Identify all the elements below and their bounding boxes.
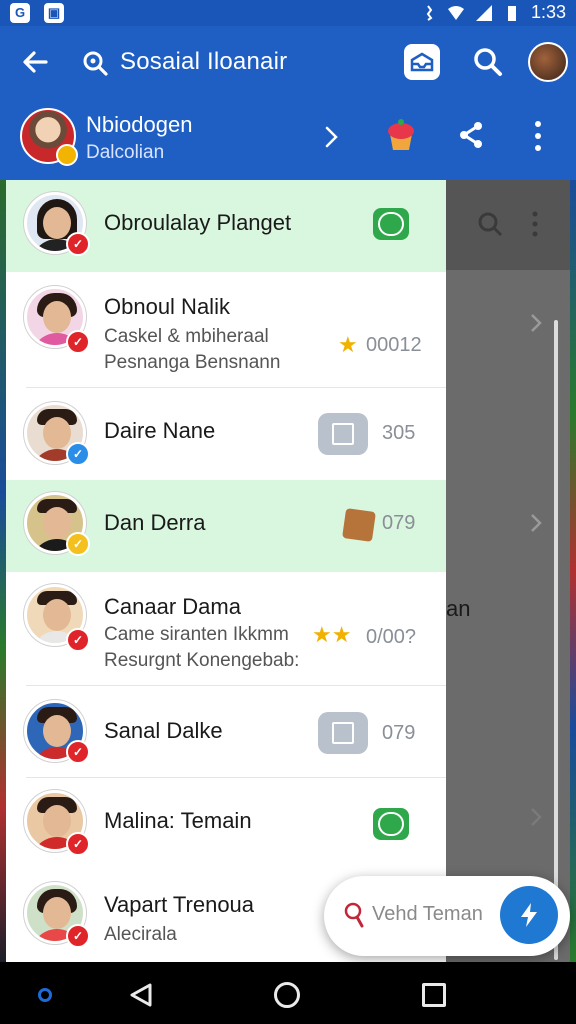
contact-subtitle: Caskel & mbiheraal (104, 326, 269, 347)
verified-badge-icon: ✓ (66, 532, 90, 556)
contact-row[interactable]: ✓ Sanal Dalke 079 (6, 686, 446, 778)
quick-action-button[interactable] (500, 886, 558, 944)
account-avatar[interactable] (528, 42, 568, 82)
contact-row[interactable]: ✓ Canaar Dama Came siranten Ikkmm Resurg… (6, 572, 446, 686)
find-friend-search[interactable]: Vehd Teman (324, 876, 570, 956)
right-edge (570, 180, 576, 962)
more-options-icon (532, 211, 538, 237)
chevron-right-icon[interactable] (318, 122, 344, 152)
chevron-right-icon (531, 514, 542, 532)
contact-name: Sanal Dalke (104, 718, 223, 743)
contact-name: Obnoul Nalik (104, 294, 230, 319)
signal-icon (475, 4, 492, 21)
nav-home-icon[interactable] (274, 982, 300, 1008)
contact-count: 00012 (366, 334, 422, 356)
app-title[interactable]: Sosaial Iloanair (120, 48, 287, 76)
contact-list: ✓ Obroulalay Planget ✓ Obnoul Nalik Cask… (6, 180, 446, 962)
add-friend-icon[interactable] (373, 808, 409, 840)
contact-row[interactable]: ✓ Obroulalay Planget (6, 180, 446, 272)
contact-name: Dan Derra (104, 510, 206, 535)
contact-count: 079 (382, 512, 416, 534)
search-placeholder[interactable]: Vehd Teman (372, 903, 483, 926)
contact-name: Obroulalay Planget (104, 210, 292, 235)
add-friend-icon[interactable] (373, 208, 409, 240)
share-icon[interactable] (456, 120, 486, 150)
chevron-right-icon (531, 314, 542, 332)
nav-back-icon[interactable] (128, 982, 154, 1008)
star-icon: ★★ (312, 622, 352, 647)
battery-icon (507, 5, 516, 21)
lightning-icon (521, 903, 537, 927)
verified-badge-icon: ✓ (66, 740, 90, 764)
profile-header[interactable]: Nbiodogen Dalcolian (0, 100, 576, 180)
status-bar: G ▣ 1:33 (0, 0, 576, 26)
system-nav-bar (0, 962, 576, 1024)
contact-count: 0/00? (366, 626, 417, 648)
contact-name: Canaar Dama (104, 594, 241, 619)
nav-recents-icon[interactable] (422, 983, 446, 1007)
verified-badge-icon: ✓ (66, 924, 90, 948)
contact-subtitle: Pesnanga Bensnann (104, 352, 281, 373)
contact-subtitle: Alecirala (104, 924, 177, 945)
search-icon[interactable] (80, 48, 110, 78)
calendar-icon[interactable] (318, 712, 368, 754)
chevron-right-icon (531, 808, 542, 826)
profile-subtitle: Dalcolian (86, 142, 165, 163)
star-icon: ★ (338, 332, 358, 357)
contact-name: Daire Nane (104, 418, 216, 443)
verified-badge-icon: ✓ (66, 832, 90, 856)
background-text: an (446, 596, 471, 621)
bg-header (446, 180, 576, 270)
back-arrow-icon[interactable] (18, 44, 54, 80)
cookie-icon (342, 508, 376, 542)
scrollbar[interactable] (554, 320, 558, 960)
profile-name: Nbiodogen (86, 112, 193, 137)
status-time: 1:33 (530, 2, 566, 22)
contact-row[interactable]: ✓ Malina: Temain (6, 778, 446, 870)
contact-subtitle: Resurgnt Konengebab: (104, 650, 300, 671)
contact-subtitle: Came siranten Ikkmm (104, 624, 289, 645)
more-options-icon[interactable] (528, 118, 548, 154)
verified-badge-icon: ✓ (66, 628, 90, 652)
calendar-icon[interactable] (318, 413, 368, 455)
search-icon (478, 212, 503, 237)
contact-row[interactable]: ✓ Dan Derra 079 (6, 480, 446, 572)
contact-name: Malina: Temain (104, 808, 252, 833)
assistant-icon[interactable] (38, 988, 52, 1002)
notification-app-icon: G (10, 3, 30, 23)
contact-count: 305 (382, 422, 416, 444)
inbox-icon[interactable] (404, 44, 440, 80)
background-content: an (446, 180, 576, 962)
search-icon[interactable] (470, 44, 506, 80)
contact-count: 079 (382, 722, 416, 744)
app-bar: Sosaial Iloanair (0, 26, 576, 100)
contact-row[interactable]: ✓ Daire Nane 305 (6, 388, 446, 480)
wifi-icon (447, 5, 464, 20)
profile-badge-icon (56, 144, 78, 166)
verified-badge-icon: ✓ (66, 442, 90, 466)
gallery-notification-icon: ▣ (44, 3, 64, 23)
search-icon (344, 902, 364, 928)
vibrate-icon (426, 4, 433, 21)
cupcake-icon[interactable] (384, 116, 418, 154)
verified-badge-icon: ✓ (66, 232, 90, 256)
contact-name: Vapart Trenoua (104, 892, 255, 917)
verified-badge-icon: ✓ (66, 330, 90, 354)
contact-row[interactable]: ✓ Obnoul Nalik Caskel & mbiheraal Pesnan… (6, 272, 446, 388)
